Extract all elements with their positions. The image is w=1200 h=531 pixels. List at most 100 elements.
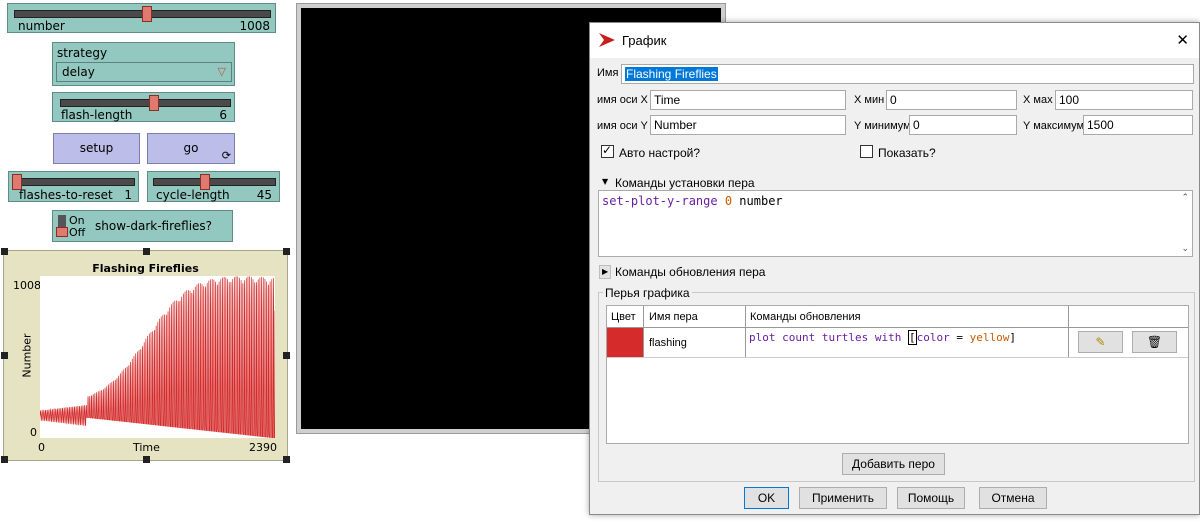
apply-label: Применить — [811, 491, 874, 505]
x-axis-value: Time — [654, 93, 681, 107]
flashes-to-reset-track[interactable] — [14, 178, 135, 186]
resize-handle[interactable] — [143, 456, 150, 463]
netlogo-icon — [599, 33, 615, 47]
update-commands-label[interactable]: Команды обновления пера — [615, 265, 765, 279]
x-min-label: X мин — [854, 94, 885, 106]
x-axis-label: имя оси X — [597, 94, 648, 106]
x-axis-input[interactable]: Time — [650, 90, 846, 110]
cycle-length-label: cycle-length — [156, 188, 230, 202]
show-dark-fireflies-switch[interactable]: On Off show-dark-fireflies? — [52, 210, 233, 242]
switch-off-label: Off — [69, 226, 86, 239]
scroll-up-icon[interactable]: ⌃ — [1181, 193, 1189, 203]
switch-thumb[interactable] — [56, 227, 68, 237]
y-axis-value: Number — [654, 118, 697, 132]
number-slider[interactable]: number 1008 — [7, 3, 276, 33]
x-min-input[interactable]: 0 — [886, 90, 1017, 110]
code-part-3: = — [949, 331, 970, 344]
y-min-input[interactable]: 0 — [909, 115, 1017, 135]
plot-title: Flashing Fireflies — [92, 262, 199, 275]
dialog-titlebar[interactable]: График ✕ — [590, 23, 1199, 58]
help-label: Помощь — [907, 491, 955, 505]
add-pen-button[interactable]: Добавить перо — [842, 453, 945, 475]
plot-x-min: 0 — [38, 441, 45, 454]
update-commands-toggle[interactable]: ▶ — [599, 265, 611, 279]
col-commands-header: Команды обновления — [750, 311, 861, 323]
ok-button[interactable]: OK — [744, 487, 789, 509]
setup-code-number: 0 — [724, 194, 733, 208]
go-button[interactable]: go ⟳ — [147, 133, 235, 164]
dropdown-arrow-icon: ▽ — [217, 65, 226, 78]
number-slider-thumb[interactable] — [142, 6, 152, 22]
resize-handle[interactable] — [1, 248, 8, 255]
flash-length-track[interactable] — [60, 99, 231, 107]
code-close-bracket: ] — [1009, 331, 1016, 344]
expand-down-icon[interactable]: ▼ — [602, 177, 608, 186]
x-max-label: X мах — [1023, 94, 1053, 106]
auto-scale-checkbox[interactable]: ✓ — [601, 143, 614, 158]
number-slider-label: number — [18, 19, 65, 33]
scroll-down-icon[interactable]: ⌄ — [1181, 244, 1189, 254]
strategy-dropdown[interactable]: delay ▽ — [56, 62, 232, 82]
setup-commands-label[interactable]: Команды установки пера — [615, 176, 755, 190]
plot-name-input[interactable]: Flashing Fireflies — [621, 64, 1194, 84]
strategy-chooser-label: strategy — [57, 46, 108, 60]
plot-area — [40, 276, 275, 438]
name-label: Имя — [597, 67, 619, 79]
plot-pens-group: Перья графика Цвет Имя пера Команды обно… — [598, 286, 1195, 482]
flashes-to-reset-label: flashes-to-reset — [19, 188, 113, 202]
x-min-value: 0 — [890, 93, 897, 107]
flash-length-slider[interactable]: flash-length 6 — [52, 92, 235, 122]
add-pen-label: Добавить перо — [852, 457, 935, 471]
setup-code-variable: number — [739, 194, 783, 208]
resize-handle[interactable] — [1, 352, 8, 359]
delete-pen-button[interactable]: 🗑 — [1132, 331, 1177, 353]
go-button-label: go — [183, 141, 199, 155]
auto-scale-label: Авто настрой? — [619, 146, 701, 160]
edit-pen-button[interactable]: ✎ — [1078, 331, 1123, 353]
y-axis-label: имя оси Y — [597, 120, 648, 132]
setup-button-label: setup — [79, 141, 114, 155]
y-min-value: 0 — [913, 118, 920, 132]
apply-button[interactable]: Применить — [799, 487, 887, 509]
resize-handle[interactable] — [143, 248, 150, 255]
checkmark-icon: ✓ — [602, 143, 613, 157]
help-button[interactable]: Помощь — [897, 487, 965, 509]
switch-label: show-dark-fireflies? — [95, 219, 213, 233]
number-slider-value: 1008 — [239, 19, 270, 33]
y-max-value: 1500 — [1087, 118, 1114, 132]
setup-commands-editor[interactable]: set-plot-y-range 0 number ⌃ ⌄ — [598, 190, 1193, 257]
resize-handle[interactable] — [1, 456, 8, 463]
close-icon[interactable]: ✕ — [1176, 31, 1189, 49]
y-axis-input[interactable]: Number — [650, 115, 846, 135]
setup-code-keyword: set-plot-y-range — [602, 194, 718, 208]
cancel-button[interactable]: Отмена — [979, 487, 1047, 509]
flashes-to-reset-slider[interactable]: flashes-to-reset 1 — [8, 171, 139, 202]
y-max-input[interactable]: 1500 — [1083, 115, 1193, 135]
cycle-length-value: 45 — [256, 188, 272, 202]
x-max-input[interactable]: 100 — [1055, 90, 1193, 110]
setup-button[interactable]: setup — [53, 133, 140, 164]
pens-table-header: Цвет Имя пера Команды обновления — [607, 306, 1188, 328]
table-row[interactable]: flashing plot count turtles with [color … — [607, 328, 1188, 358]
show-legend-checkbox[interactable] — [860, 145, 873, 158]
pen-update-code[interactable]: plot count turtles with [color = yellow] — [749, 330, 1016, 345]
plot-y-min: 0 — [30, 426, 37, 439]
plot-dialog: График ✕ Имя Flashing Fireflies имя оси … — [589, 22, 1200, 515]
flash-length-thumb[interactable] — [149, 95, 159, 111]
plot-name-value: Flashing Fireflies — [625, 67, 718, 81]
resize-handle[interactable] — [283, 456, 290, 463]
plot-y-max: 1008 — [13, 279, 41, 292]
col-name-header: Имя пера — [649, 311, 698, 323]
plot-widget[interactable]: Flashing Fireflies 1008 0 Number 0 Time … — [1, 248, 290, 463]
pen-name[interactable]: flashing — [649, 337, 687, 349]
plot-x-label: Time — [133, 441, 160, 454]
setup-code-line: set-plot-y-range 0 number — [602, 194, 783, 208]
resize-handle[interactable] — [283, 248, 290, 255]
resize-handle[interactable] — [283, 352, 290, 359]
pen-color-swatch[interactable] — [607, 328, 644, 357]
strategy-chooser[interactable]: strategy delay ▽ — [52, 42, 235, 86]
plot-y-label: Number — [20, 333, 34, 378]
cycle-length-slider[interactable]: cycle-length 45 — [147, 171, 280, 202]
cycle-length-track[interactable] — [153, 178, 276, 186]
code-open-bracket: [ — [907, 330, 917, 345]
